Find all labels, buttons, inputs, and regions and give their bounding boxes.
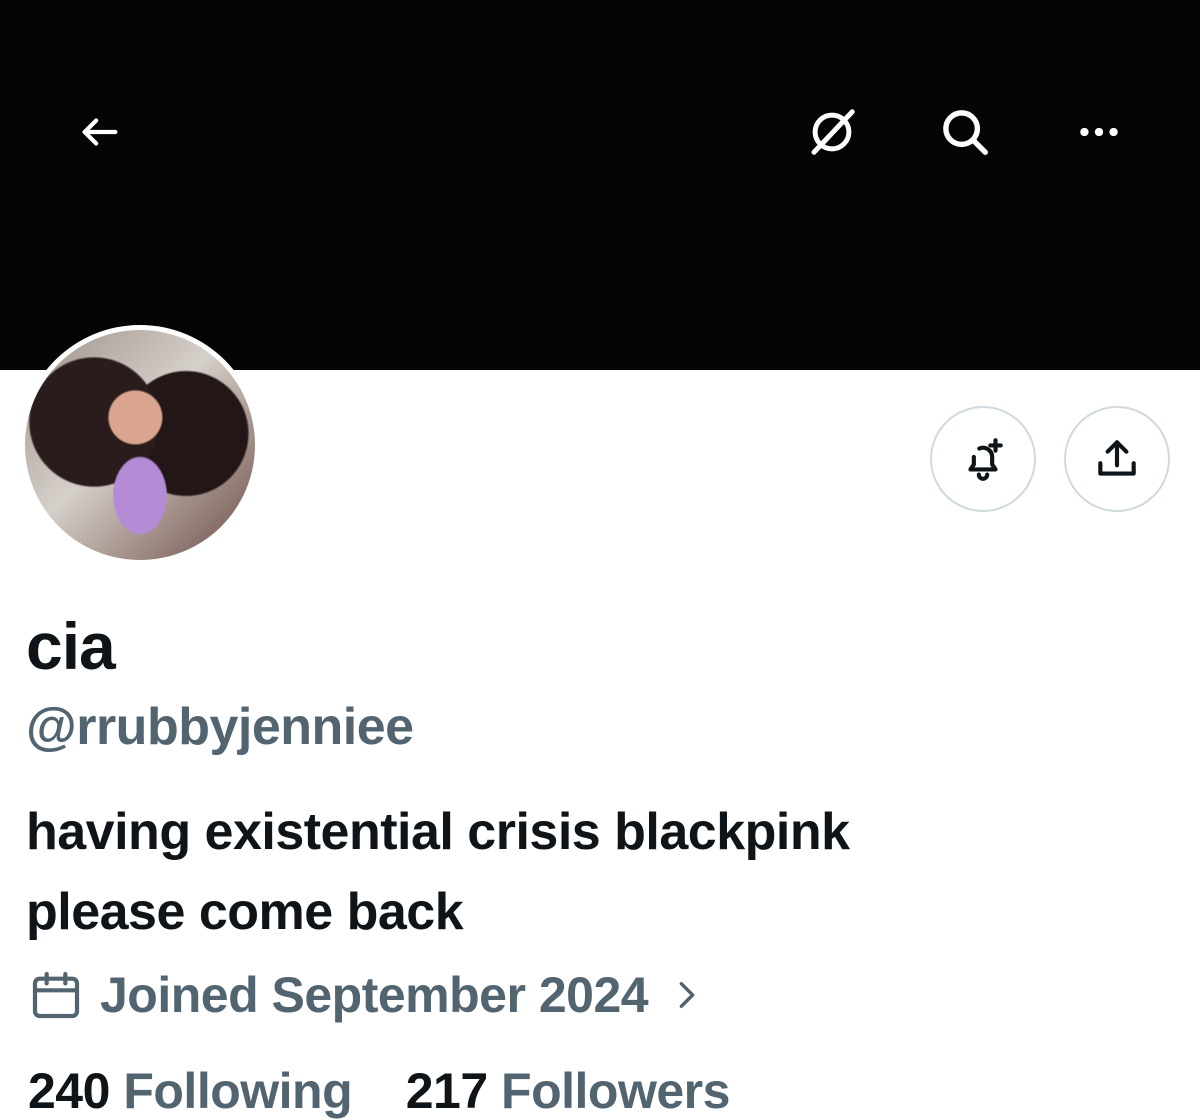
- grok-icon: [811, 109, 855, 155]
- search-button[interactable]: [929, 96, 1001, 168]
- bio-line: having existential crisis blackpink: [26, 803, 850, 861]
- following-link[interactable]: 240 Following: [28, 1063, 353, 1119]
- bio-line: please come back: [26, 883, 464, 941]
- avatar[interactable]: [20, 325, 260, 565]
- joined-date[interactable]: Joined September 2024: [28, 960, 720, 1030]
- arrow-left-icon: [82, 118, 118, 146]
- avatar-image: [25, 330, 255, 560]
- share-button[interactable]: [1064, 406, 1170, 512]
- display-name: cia: [26, 609, 116, 683]
- chevron-right-icon: [679, 981, 695, 1009]
- bell-plus-icon: [968, 438, 1003, 481]
- share-icon: [1098, 440, 1136, 476]
- calendar-icon: [32, 971, 80, 1019]
- more-button[interactable]: [1063, 96, 1135, 168]
- profile-banner[interactable]: [0, 0, 1200, 370]
- following-count: 240: [28, 1063, 110, 1119]
- more-icon: [1080, 127, 1118, 137]
- notify-button[interactable]: [930, 406, 1036, 512]
- followers-link[interactable]: 217 Followers: [405, 1063, 731, 1119]
- following-label: Following: [123, 1063, 353, 1119]
- follow-stats: 240 Following 217 Followers: [28, 1062, 730, 1120]
- bio: having existential crisis blackpink plea…: [26, 792, 1126, 952]
- handle: @rrubbyjenniee: [26, 698, 414, 756]
- grok-button[interactable]: [796, 96, 868, 168]
- back-button[interactable]: [64, 96, 136, 168]
- joined-label: Joined September 2024: [100, 967, 649, 1023]
- search-icon: [943, 110, 988, 155]
- followers-label: Followers: [501, 1063, 730, 1119]
- followers-count: 217: [405, 1063, 488, 1119]
